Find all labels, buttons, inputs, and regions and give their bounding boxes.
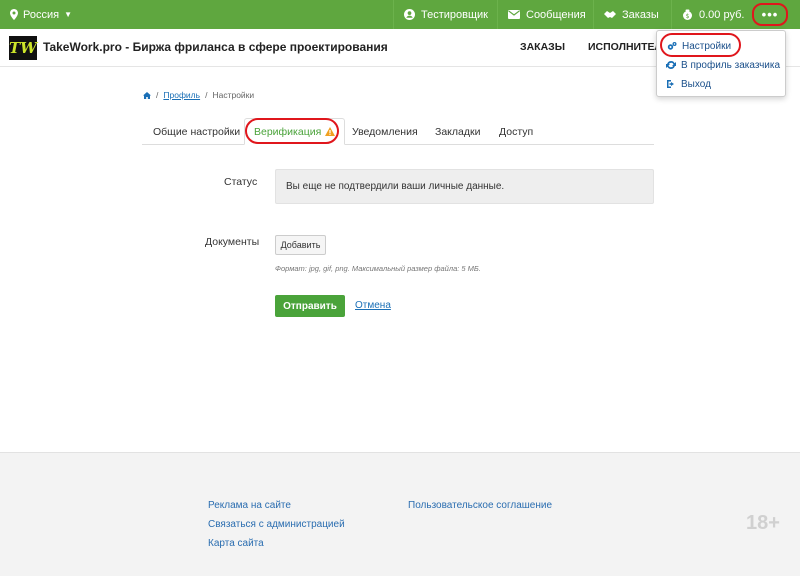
user-circle-icon bbox=[404, 9, 415, 20]
site-logo[interactable]: TW bbox=[9, 36, 37, 60]
file-format-hint: Формат: jpg, gif, png. Максимальный разм… bbox=[275, 264, 481, 273]
orders-link[interactable]: Заказы bbox=[593, 0, 669, 29]
region-label: Россия bbox=[23, 8, 60, 21]
balance-link[interactable]: $ 0.00 руб. bbox=[671, 0, 754, 29]
tab-access[interactable]: Доступ bbox=[499, 118, 533, 145]
refresh-icon bbox=[666, 60, 676, 70]
tab-general[interactable]: Общие настройки bbox=[153, 118, 240, 145]
footer-contact-link[interactable]: Связаться с администрацией bbox=[208, 519, 345, 530]
add-document-button[interactable]: Добавить bbox=[275, 235, 326, 255]
submit-button[interactable]: Отправить bbox=[275, 295, 345, 317]
user-name: Тестировщик bbox=[421, 8, 488, 21]
balance-label: 0.00 руб. bbox=[699, 8, 745, 21]
menu-item-logout-label: Выход bbox=[681, 78, 711, 90]
tab-bookmarks[interactable]: Закладки bbox=[435, 118, 480, 145]
money-bag-icon: $ bbox=[683, 9, 692, 20]
orders-label: Заказы bbox=[622, 8, 659, 21]
documents-label: Документы bbox=[205, 236, 260, 248]
age-rating: 18+ bbox=[746, 512, 780, 534]
chevron-down-icon: ▼ bbox=[64, 10, 72, 19]
footer-ads-link[interactable]: Реклама на сайте bbox=[208, 500, 291, 511]
messages-label: Сообщения bbox=[526, 8, 586, 21]
verification-highlight-circle bbox=[245, 118, 339, 144]
map-marker-icon bbox=[10, 9, 18, 20]
breadcrumb-separator: / bbox=[205, 90, 208, 100]
nav-orders[interactable]: ЗАКАЗЫ bbox=[520, 41, 565, 53]
nav-performers[interactable]: ИСПОЛНИТЕЛИ bbox=[588, 41, 660, 53]
home-icon[interactable] bbox=[143, 91, 151, 99]
tab-access-label: Доступ bbox=[499, 125, 534, 138]
status-message: Вы еще не подтвердили ваши личные данные… bbox=[275, 169, 654, 204]
menu-item-customer-profile[interactable]: В профиль заказчика bbox=[666, 58, 780, 72]
messages-link[interactable]: Сообщения bbox=[497, 0, 596, 29]
more-menu-button[interactable]: ••• bbox=[752, 3, 788, 26]
site-footer bbox=[0, 452, 800, 576]
more-dots-icon: ••• bbox=[761, 7, 779, 22]
cancel-link[interactable]: Отмена bbox=[355, 300, 391, 311]
status-label: Статус bbox=[224, 176, 258, 188]
top-bar: Россия ▼ Тестировщик Сообщения Заказы $ … bbox=[0, 0, 800, 29]
svg-text:$: $ bbox=[686, 13, 690, 20]
footer-agreement-link[interactable]: Пользовательское соглашение bbox=[408, 500, 552, 511]
settings-tabs: Общие настройки Верификация Уведомления … bbox=[142, 118, 654, 145]
tab-notifications[interactable]: Уведомления bbox=[352, 118, 418, 145]
logo-text: TW bbox=[9, 39, 38, 57]
region-selector[interactable]: Россия ▼ bbox=[10, 0, 72, 29]
tab-bookmarks-label: Закладки bbox=[435, 125, 481, 138]
menu-item-logout[interactable]: Выход bbox=[666, 77, 711, 91]
menu-item-customer-profile-label: В профиль заказчика bbox=[681, 59, 781, 71]
breadcrumb-profile[interactable]: Профиль bbox=[163, 90, 200, 100]
logout-icon bbox=[667, 80, 674, 88]
handshake-icon bbox=[604, 11, 616, 18]
breadcrumb-separator: / bbox=[156, 90, 159, 100]
breadcrumb-current: Настройки bbox=[212, 90, 255, 100]
site-title[interactable]: TakeWork.pro - Биржа фриланса в сфере пр… bbox=[43, 40, 388, 54]
breadcrumb: / Профиль / Настройки bbox=[143, 90, 254, 100]
footer-sitemap-link[interactable]: Карта сайта bbox=[208, 538, 264, 549]
settings-highlight-circle bbox=[660, 33, 741, 57]
user-menu[interactable]: Тестировщик bbox=[393, 0, 498, 29]
tab-general-label: Общие настройки bbox=[153, 125, 241, 138]
tab-notifications-label: Уведомления bbox=[352, 125, 418, 138]
envelope-icon bbox=[508, 10, 520, 19]
